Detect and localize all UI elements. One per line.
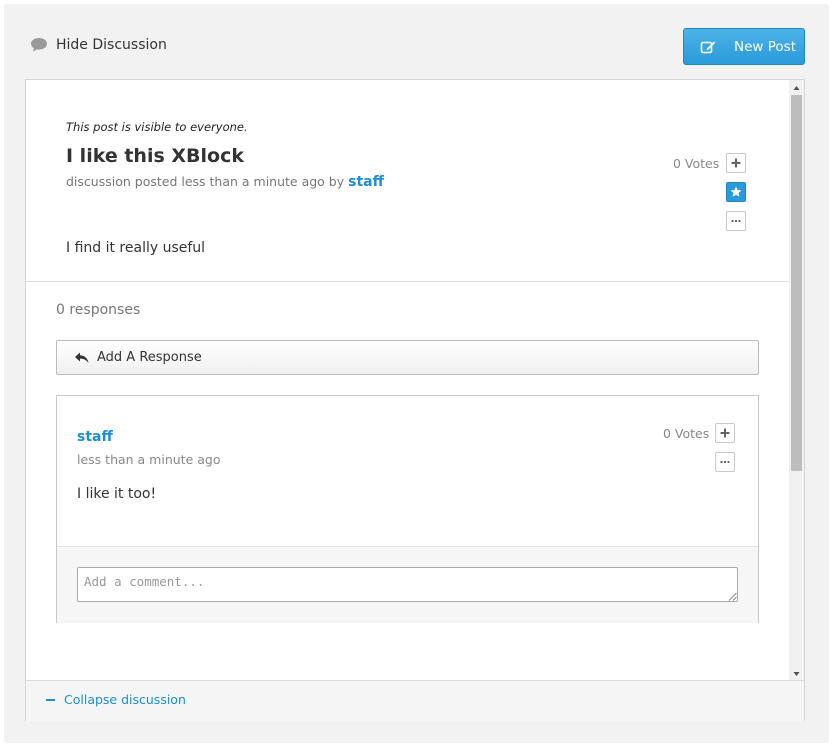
response-timestamp: less than a minute ago [77, 452, 221, 467]
scrollbar-thumb[interactable] [791, 95, 802, 471]
new-post-button[interactable]: New Post [683, 28, 805, 65]
response-vote-button[interactable] [715, 423, 735, 443]
response-more-actions-button[interactable] [715, 452, 735, 472]
post-author-link[interactable]: staff [348, 174, 384, 190]
plus-icon [720, 428, 730, 438]
ellipsis-icon [731, 220, 741, 222]
comment-area [57, 546, 758, 623]
response-author-link[interactable]: staff [77, 429, 113, 445]
comment-input[interactable] [77, 567, 738, 602]
post-body: I find it really useful [66, 240, 206, 256]
visibility-note: This post is visible to everyone. [66, 120, 248, 134]
post-title: I like this XBlock [66, 145, 244, 167]
post-vote-count: 0 Votes [673, 156, 720, 171]
post-vote-button[interactable] [726, 153, 746, 173]
minus-icon [46, 698, 55, 701]
hide-discussion-toggle[interactable]: Hide Discussion [30, 35, 167, 55]
new-post-label: New Post [734, 38, 796, 55]
scroll-down-arrow-icon[interactable] [789, 666, 804, 680]
discussion-panel: This post is visible to everyone. I like… [25, 79, 805, 721]
plus-icon [731, 158, 741, 168]
edit-icon [700, 41, 716, 53]
thread-scroll-area[interactable]: This post is visible to everyone. I like… [26, 80, 789, 680]
add-response-button[interactable]: Add A Response [56, 340, 759, 375]
star-icon [730, 186, 742, 197]
post-more-actions-button[interactable] [726, 211, 746, 231]
ellipsis-icon [720, 461, 730, 463]
discussion-footer: Collapse discussion [26, 680, 804, 721]
responses-count: 0 responses [56, 302, 141, 318]
post-meta: discussion posted less than a minute ago… [66, 174, 384, 190]
speech-bubble-icon [31, 38, 47, 52]
collapse-discussion-label: Collapse discussion [64, 692, 186, 707]
post-divider [26, 281, 789, 282]
response-card: staff less than a minute ago 0 Votes I l… [56, 395, 759, 623]
vertical-scrollbar[interactable] [789, 80, 804, 680]
response-vote-count: 0 Votes [663, 426, 710, 441]
reply-icon [75, 352, 89, 363]
add-response-label: Add A Response [97, 350, 202, 365]
follow-button[interactable] [726, 182, 746, 202]
post-meta-text: discussion posted less than a minute ago… [66, 174, 345, 189]
response-body: I like it too! [77, 486, 157, 502]
hide-discussion-label: Hide Discussion [56, 37, 167, 53]
scroll-up-arrow-icon[interactable] [789, 80, 804, 94]
collapse-discussion-link[interactable]: Collapse discussion [46, 692, 186, 707]
